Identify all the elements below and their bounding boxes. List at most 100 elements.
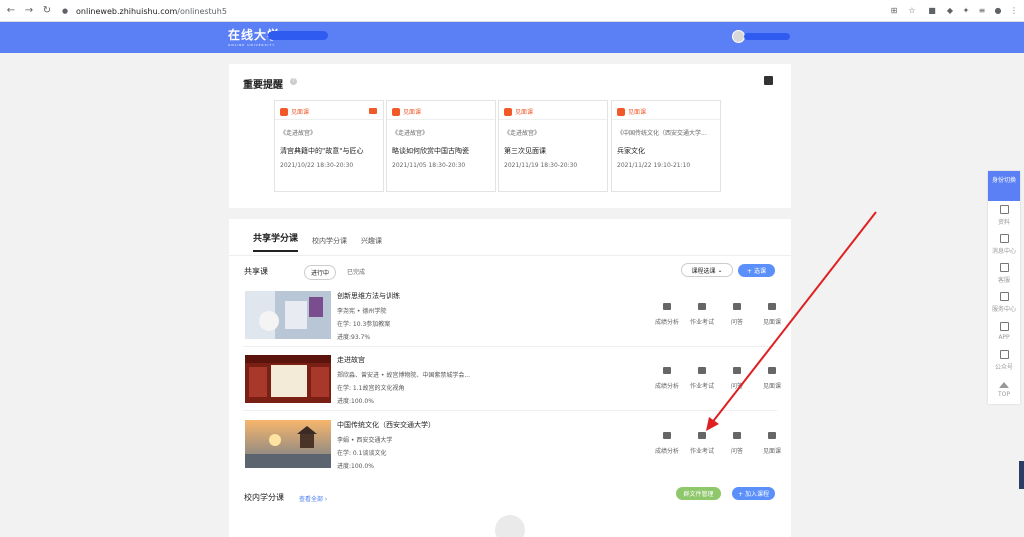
sidebar-item-wechat[interactable]: 公众号 xyxy=(988,346,1020,375)
sidebar-item-top[interactable]: TOP xyxy=(988,375,1020,404)
grade-analysis-button[interactable]: 成绩分析 xyxy=(650,432,684,455)
url-text: onlineweb.zhihuishu.com/onlinestuh5 xyxy=(76,6,227,16)
reminder-card[interactable]: 见面课 《走进故宫》 清宫典籍中的"故意"与匠心 2021/10/22 18:3… xyxy=(274,100,384,192)
course-title[interactable]: 创新思维方法与训练 xyxy=(337,291,400,301)
message-icon xyxy=(999,234,1009,243)
course-current: 在学: 0.1谈谈文化 xyxy=(337,450,387,457)
meeting-button[interactable]: 见面课 xyxy=(755,367,789,390)
course-current: 在学: 1.1故宫的文化视角 xyxy=(337,385,405,392)
course-actions: 成绩分析 作业考试 问答 见面课 xyxy=(649,432,789,455)
homework-exam-button[interactable]: 作业考试 xyxy=(685,367,719,390)
choose-course-button[interactable]: + 选课 xyxy=(738,264,775,277)
arrow-up-icon xyxy=(999,381,1009,388)
divider xyxy=(229,255,791,256)
reminder-panel: 重要提醒 ? 见面课 《走进故宫》 清宫典籍中的"故意"与匠心 2021/10/… xyxy=(229,64,791,208)
courses-panel: 共享学分课 校内学分课 兴趣课 共享课 进行中 已完成 课程选课 ⌄ + 选课 … xyxy=(229,219,791,537)
reload-icon[interactable]: ↻ xyxy=(40,4,54,18)
course-row[interactable]: 创新思维方法与训练 李尧宪 • 德州学院 在学: 10.3参加教案 进度:93.… xyxy=(243,285,781,347)
translate-icon[interactable]: ⊞ xyxy=(888,4,900,16)
tab-campus-credit[interactable]: 校内学分课 xyxy=(312,236,347,252)
sidebar-item-app[interactable]: APP xyxy=(988,317,1020,346)
card-title: 略谈如何欣赏中国古陶瓷 xyxy=(392,147,469,155)
sidebar-item-messages[interactable]: 消息中心 xyxy=(988,230,1020,259)
redaction-mark xyxy=(744,33,790,40)
bookmark-star-icon[interactable]: ☆ xyxy=(906,4,918,16)
course-select-dropdown[interactable]: 课程选课 ⌄ xyxy=(681,263,733,277)
divider xyxy=(243,346,777,347)
qa-button[interactable]: 问答 xyxy=(720,367,754,390)
meeting-icon xyxy=(768,303,776,310)
card-course: 《走进故宫》 xyxy=(392,130,429,137)
address-bar[interactable]: ● onlineweb.zhihuishu.com/onlinestuh5 xyxy=(58,3,898,19)
course-thumbnail[interactable] xyxy=(245,420,331,468)
course-current: 在学: 10.3参加教案 xyxy=(337,321,391,328)
meeting-button[interactable]: 见面课 xyxy=(755,303,789,326)
help-icon[interactable]: ? xyxy=(290,78,297,85)
campus-section-label: 校内学分课 xyxy=(244,493,284,502)
menu-icon[interactable]: ⋮ xyxy=(1008,4,1020,16)
meeting-icon xyxy=(768,367,776,374)
section-label: 共享课 xyxy=(244,267,268,276)
lock-icon: ● xyxy=(62,7,69,15)
chart-icon xyxy=(663,432,671,439)
meeting-icon xyxy=(280,107,288,116)
meeting-icon xyxy=(392,107,400,116)
tab-interest[interactable]: 兴趣课 xyxy=(361,236,382,252)
tab-shared-credit[interactable]: 共享学分课 xyxy=(253,231,299,252)
reminder-card[interactable]: 见面课 《走进故宫》 第三次见面课 2021/11/19 18:30-20:30 xyxy=(498,100,608,192)
join-course-button[interactable]: + 加入课程 xyxy=(732,487,775,500)
course-teacher: 郑欣淼、曾安进 • 故宫博物院、中国紫禁城学会... xyxy=(337,372,471,379)
course-row[interactable]: 中国传统文化（西安交通大学） 李娟 • 西安交通大学 在学: 0.1谈谈文化 进… xyxy=(243,414,781,476)
puzzle-icon[interactable]: ✦ xyxy=(960,4,972,16)
sidebar-item-support[interactable]: 客服 xyxy=(988,259,1020,288)
grade-analysis-button[interactable]: 成绩分析 xyxy=(650,303,684,326)
redaction-mark xyxy=(268,31,328,40)
back-icon[interactable]: ← xyxy=(4,4,18,18)
reminder-card[interactable]: 见面课 《中国传统文化（西安交通大学... 兵家文化 2021/11/22 19… xyxy=(611,100,721,192)
qa-button[interactable]: 问答 xyxy=(720,303,754,326)
fox-extension-icon[interactable]: ◆ xyxy=(944,4,956,16)
app-header: 在线大学 ONLINE UNIVERSITY xyxy=(0,22,1024,53)
question-icon xyxy=(733,303,741,310)
meeting-type: 见面课 xyxy=(280,107,309,116)
course-thumbnail[interactable] xyxy=(245,291,331,339)
reminder-card[interactable]: 见面课 《走进故宫》 略谈如何欣赏中国古陶瓷 2021/11/05 18:30-… xyxy=(386,100,496,192)
question-icon xyxy=(733,367,741,374)
meeting-button[interactable]: 见面课 xyxy=(755,432,789,455)
loading-icon xyxy=(495,515,525,537)
course-actions: 成绩分析 作业考试 问答 见面课 xyxy=(649,367,789,390)
course-title[interactable]: 走进故宫 xyxy=(337,355,470,365)
thumbnail-image xyxy=(245,420,331,468)
sidebar-item-materials[interactable]: 资料 xyxy=(988,201,1020,230)
extension-icon[interactable]: ■ xyxy=(926,4,938,16)
forward-icon[interactable]: → xyxy=(22,4,36,18)
filter-in-progress[interactable]: 进行中 xyxy=(304,265,337,280)
card-time: 2021/11/19 18:30-20:30 xyxy=(504,162,578,169)
filter-completed[interactable]: 已完成 xyxy=(341,265,371,278)
edge-tab[interactable] xyxy=(1019,461,1024,489)
chevron-down-icon: ⌄ xyxy=(717,266,723,274)
course-tabs: 共享学分课 校内学分课 兴趣课 xyxy=(253,231,396,252)
video-icon[interactable] xyxy=(369,108,377,114)
course-thumbnail[interactable] xyxy=(245,355,331,403)
document-icon xyxy=(999,205,1009,214)
calendar-icon[interactable] xyxy=(764,76,773,85)
card-time: 2021/10/22 18:30-20:30 xyxy=(280,162,354,169)
grade-analysis-button[interactable]: 成绩分析 xyxy=(650,367,684,390)
card-time: 2021/11/05 18:30-20:30 xyxy=(392,162,466,169)
identity-switch-button[interactable]: 身份切换 xyxy=(988,171,1020,201)
course-title[interactable]: 中国传统文化（西安交通大学） xyxy=(337,420,435,430)
right-sidebar: 身份切换 资料 消息中心 客服 服务中心 APP 公众号 TOP xyxy=(988,171,1020,404)
course-row[interactable]: 走进故宫 郑欣淼、曾安进 • 故宫博物院、中国紫禁城学会... 在学: 1.1故… xyxy=(243,349,781,411)
reminder-title: 重要提醒 xyxy=(243,80,283,91)
service-icon xyxy=(999,292,1009,301)
qa-button[interactable]: 问答 xyxy=(720,432,754,455)
homework-exam-button[interactable]: 作业考试 xyxy=(685,303,719,326)
sidebar-item-service[interactable]: 服务中心 xyxy=(988,288,1020,317)
view-all-link[interactable]: 查看全部 › xyxy=(299,494,327,503)
group-files-button[interactable]: 群文件管理 xyxy=(676,487,721,500)
card-course: 《走进故宫》 xyxy=(504,130,541,137)
reading-list-icon[interactable]: ≡ xyxy=(976,4,988,16)
homework-exam-button[interactable]: 作业考试 xyxy=(685,432,719,455)
profile-icon[interactable]: ● xyxy=(992,4,1004,16)
